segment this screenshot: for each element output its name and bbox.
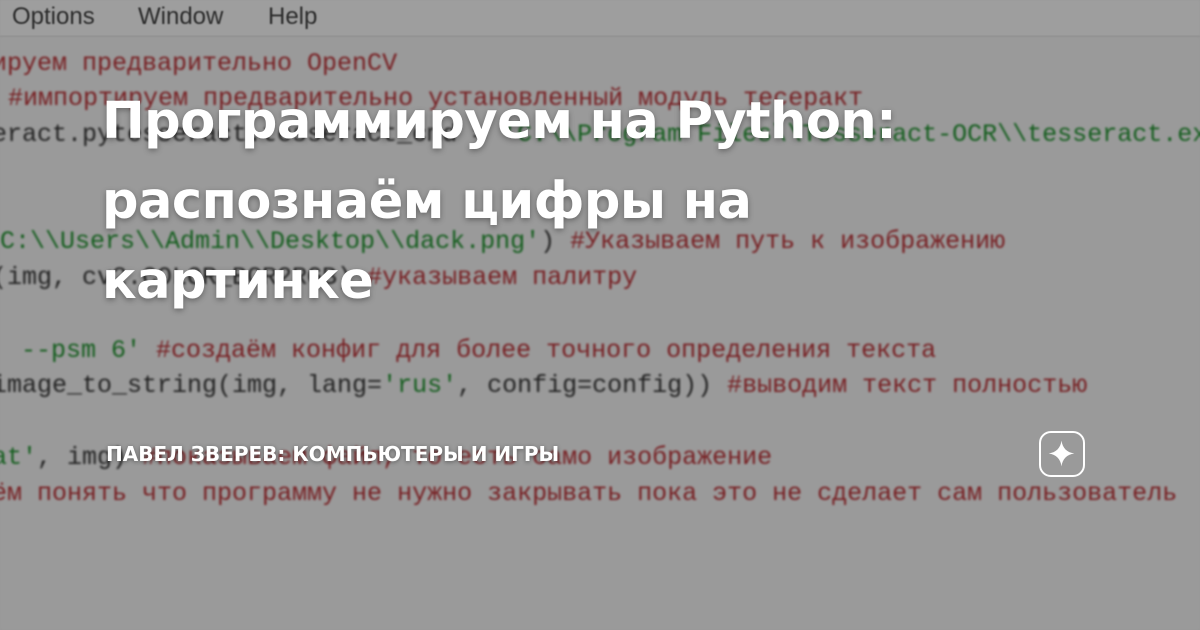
title-line-3: картинке: [102, 252, 374, 311]
sparkle-star-icon: [1048, 440, 1075, 467]
zen-logo[interactable]: [1039, 431, 1085, 477]
article-title[interactable]: Программируем на Python: распознаём цифр…: [102, 82, 1042, 322]
channel-name[interactable]: ПАВЕЛ ЗВЕРЕВ: КОМПЬЮТЕРЫ И ИГРЫ: [106, 441, 559, 467]
article-preview-card: Options Window Help ируем предварительно…: [0, 0, 1200, 630]
title-line-2: распознаём цифры на: [102, 172, 752, 231]
title-line-1: Программируем на Python:: [102, 92, 897, 151]
